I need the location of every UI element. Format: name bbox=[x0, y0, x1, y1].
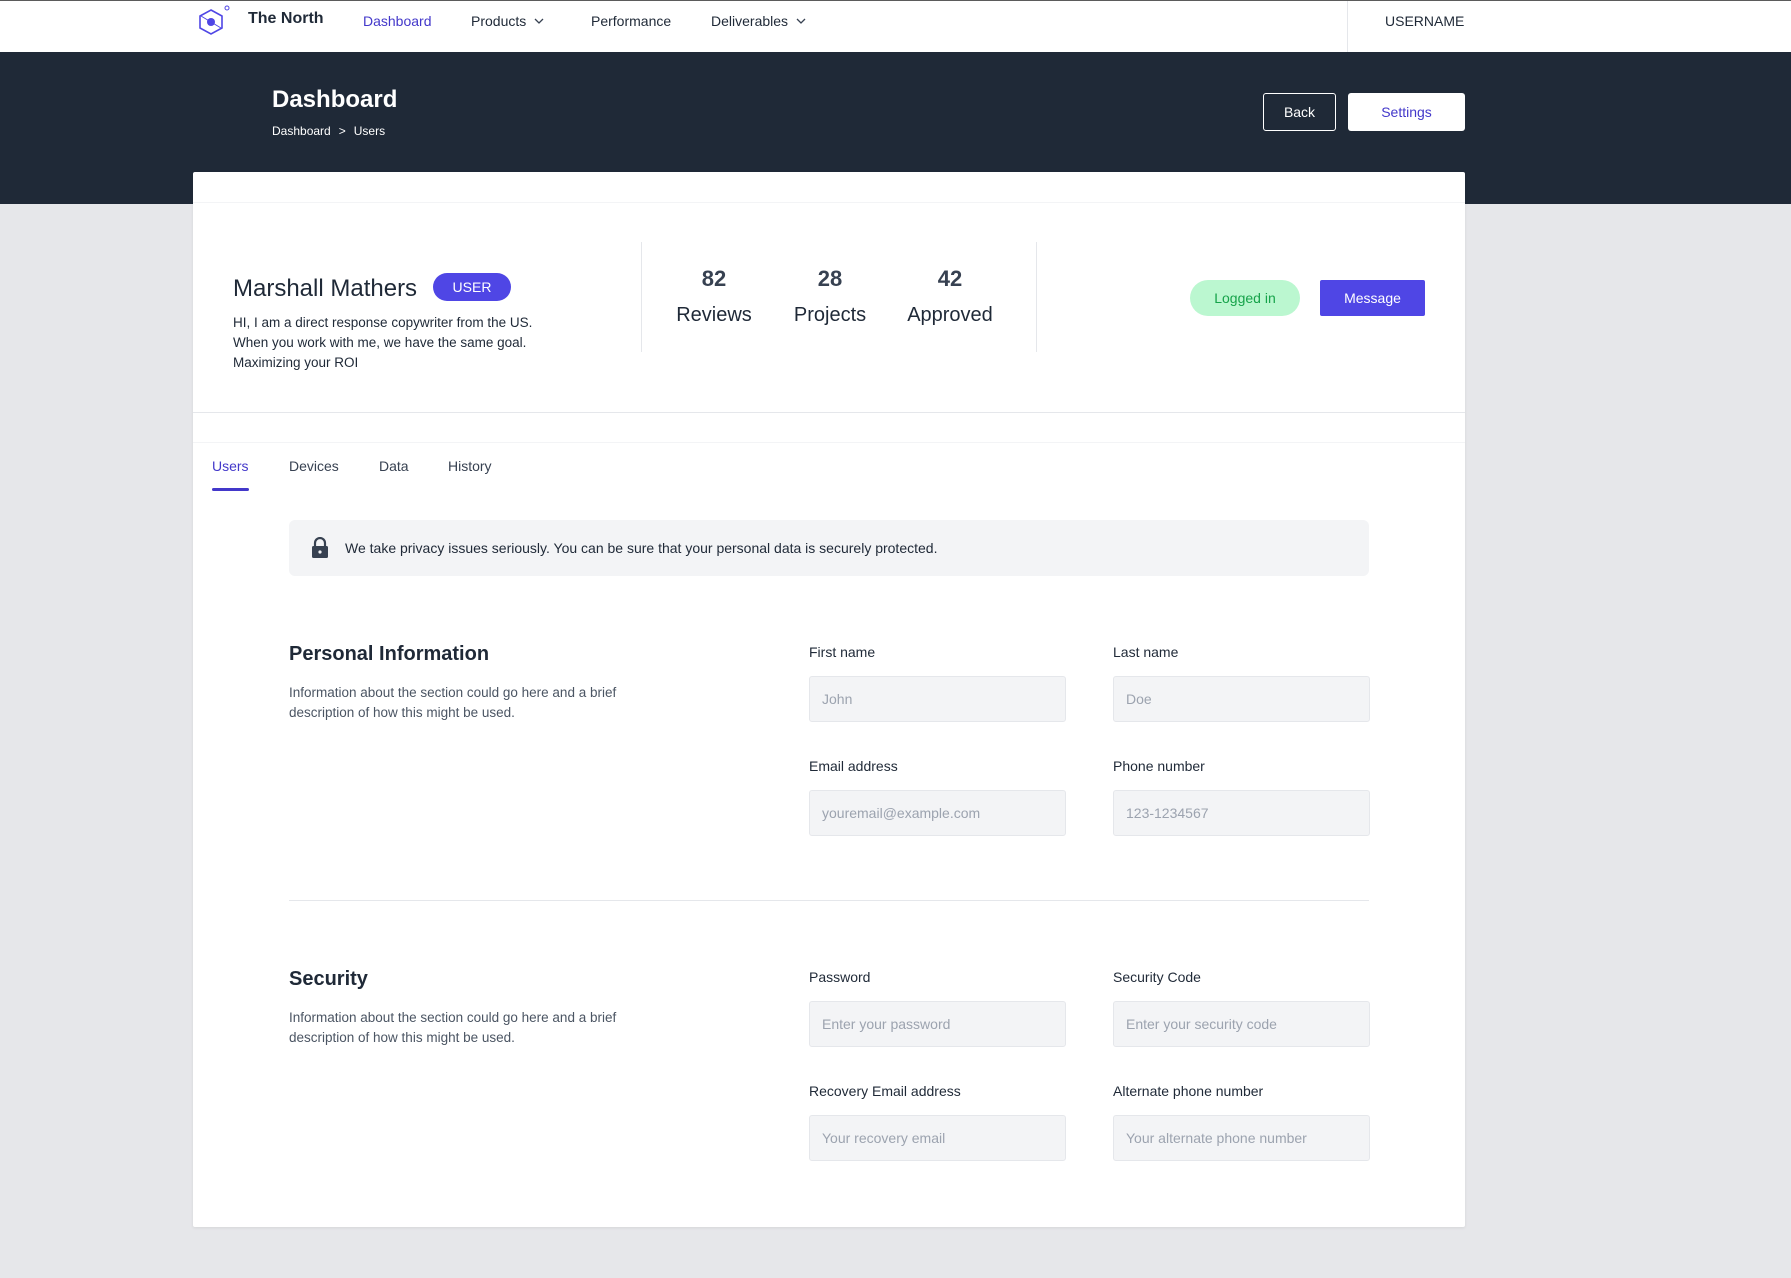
profile-bio: HI, I am a direct response copywriter fr… bbox=[233, 315, 533, 370]
top-navbar: The North Dashboard Products Performance… bbox=[0, 0, 1791, 53]
stat-value: 42 bbox=[937, 266, 963, 291]
profile-name: Marshall Mathers bbox=[233, 275, 418, 302]
brand-name[interactable]: The North bbox=[248, 10, 324, 28]
nav-performance[interactable]: Performance bbox=[591, 13, 671, 29]
nav-dashboard-label: Dashboard bbox=[363, 13, 432, 29]
email-input[interactable] bbox=[809, 790, 1066, 836]
nav-performance-label: Performance bbox=[591, 13, 672, 29]
tab-users[interactable]: Users bbox=[212, 458, 249, 474]
lock-icon bbox=[312, 537, 328, 558]
profile-section: Marshall Mathers USER HI, I am a direct … bbox=[193, 172, 1465, 413]
divider bbox=[641, 242, 642, 352]
back-button[interactable]: Back bbox=[1263, 93, 1336, 131]
nav-deliverables[interactable]: Deliverables bbox=[711, 13, 806, 29]
email-label: Email address bbox=[809, 758, 898, 774]
stat-value: 82 bbox=[701, 266, 727, 291]
security-code-label: Security Code bbox=[1113, 969, 1201, 985]
tab-history[interactable]: History bbox=[448, 458, 492, 474]
username-menu[interactable]: USERNAME bbox=[1385, 13, 1464, 29]
first-name-input[interactable] bbox=[809, 676, 1066, 722]
nav-divider bbox=[1347, 1, 1348, 53]
breadcrumb-users[interactable]: Users bbox=[354, 124, 385, 138]
main-card: Marshall Mathers USER HI, I am a direct … bbox=[193, 172, 1465, 1227]
recovery-email-input[interactable] bbox=[809, 1115, 1066, 1161]
section-desc-security: Information about the section could go h… bbox=[289, 1010, 617, 1045]
divider bbox=[1036, 242, 1037, 352]
recovery-email-label: Recovery Email address bbox=[809, 1083, 961, 1099]
status-badge: Logged in bbox=[1190, 280, 1300, 316]
tab-data[interactable]: Data bbox=[379, 458, 409, 474]
section-title-security: Security bbox=[289, 968, 368, 990]
nav-products-label: Products bbox=[471, 13, 527, 29]
privacy-notice-text: We take privacy issues seriously. You ca… bbox=[345, 540, 938, 556]
password-label: Password bbox=[809, 969, 871, 985]
alternate-phone-input[interactable] bbox=[1113, 1115, 1370, 1161]
alternate-phone-label: Alternate phone number bbox=[1113, 1083, 1264, 1099]
logo-icon[interactable] bbox=[196, 5, 230, 39]
stat-projects: 28 Projects bbox=[791, 266, 869, 327]
stat-approved: 42 Approved bbox=[905, 266, 995, 327]
stat-label: Projects bbox=[793, 304, 867, 326]
tab-devices[interactable]: Devices bbox=[289, 458, 339, 474]
stat-value: 28 bbox=[817, 266, 843, 291]
role-badge: USER bbox=[433, 273, 511, 301]
first-name-label: First name bbox=[809, 644, 876, 660]
nav-deliverables-label: Deliverables bbox=[711, 13, 789, 29]
stat-label: Reviews bbox=[676, 304, 752, 326]
breadcrumb-dashboard[interactable]: Dashboard bbox=[272, 124, 331, 138]
page-title: Dashboard bbox=[272, 86, 398, 113]
section-desc-personal: Information about the section could go h… bbox=[289, 685, 617, 720]
settings-button[interactable]: Settings bbox=[1348, 93, 1465, 131]
last-name-input[interactable] bbox=[1113, 676, 1370, 722]
active-tab-indicator bbox=[212, 488, 249, 491]
chevron-down-icon bbox=[796, 18, 806, 24]
divider bbox=[193, 202, 1465, 203]
section-title-personal: Personal Information bbox=[289, 643, 490, 665]
divider bbox=[193, 442, 1465, 443]
section-divider bbox=[289, 900, 1369, 901]
security-code-input[interactable] bbox=[1113, 1001, 1370, 1047]
phone-label: Phone number bbox=[1113, 758, 1205, 774]
privacy-notice: We take privacy issues seriously. You ca… bbox=[289, 520, 1369, 576]
chevron-down-icon bbox=[534, 18, 544, 24]
stat-label: Approved bbox=[907, 304, 993, 326]
last-name-label: Last name bbox=[1113, 644, 1179, 660]
phone-input[interactable] bbox=[1113, 790, 1370, 836]
breadcrumb: Dashboard > Users bbox=[272, 124, 385, 138]
stat-reviews: 82 Reviews bbox=[675, 266, 753, 327]
password-input[interactable] bbox=[809, 1001, 1066, 1047]
nav-products[interactable]: Products bbox=[471, 13, 544, 29]
nav-dashboard[interactable]: Dashboard bbox=[363, 13, 432, 29]
message-button[interactable]: Message bbox=[1320, 280, 1425, 316]
breadcrumb-separator: > bbox=[338, 124, 346, 138]
